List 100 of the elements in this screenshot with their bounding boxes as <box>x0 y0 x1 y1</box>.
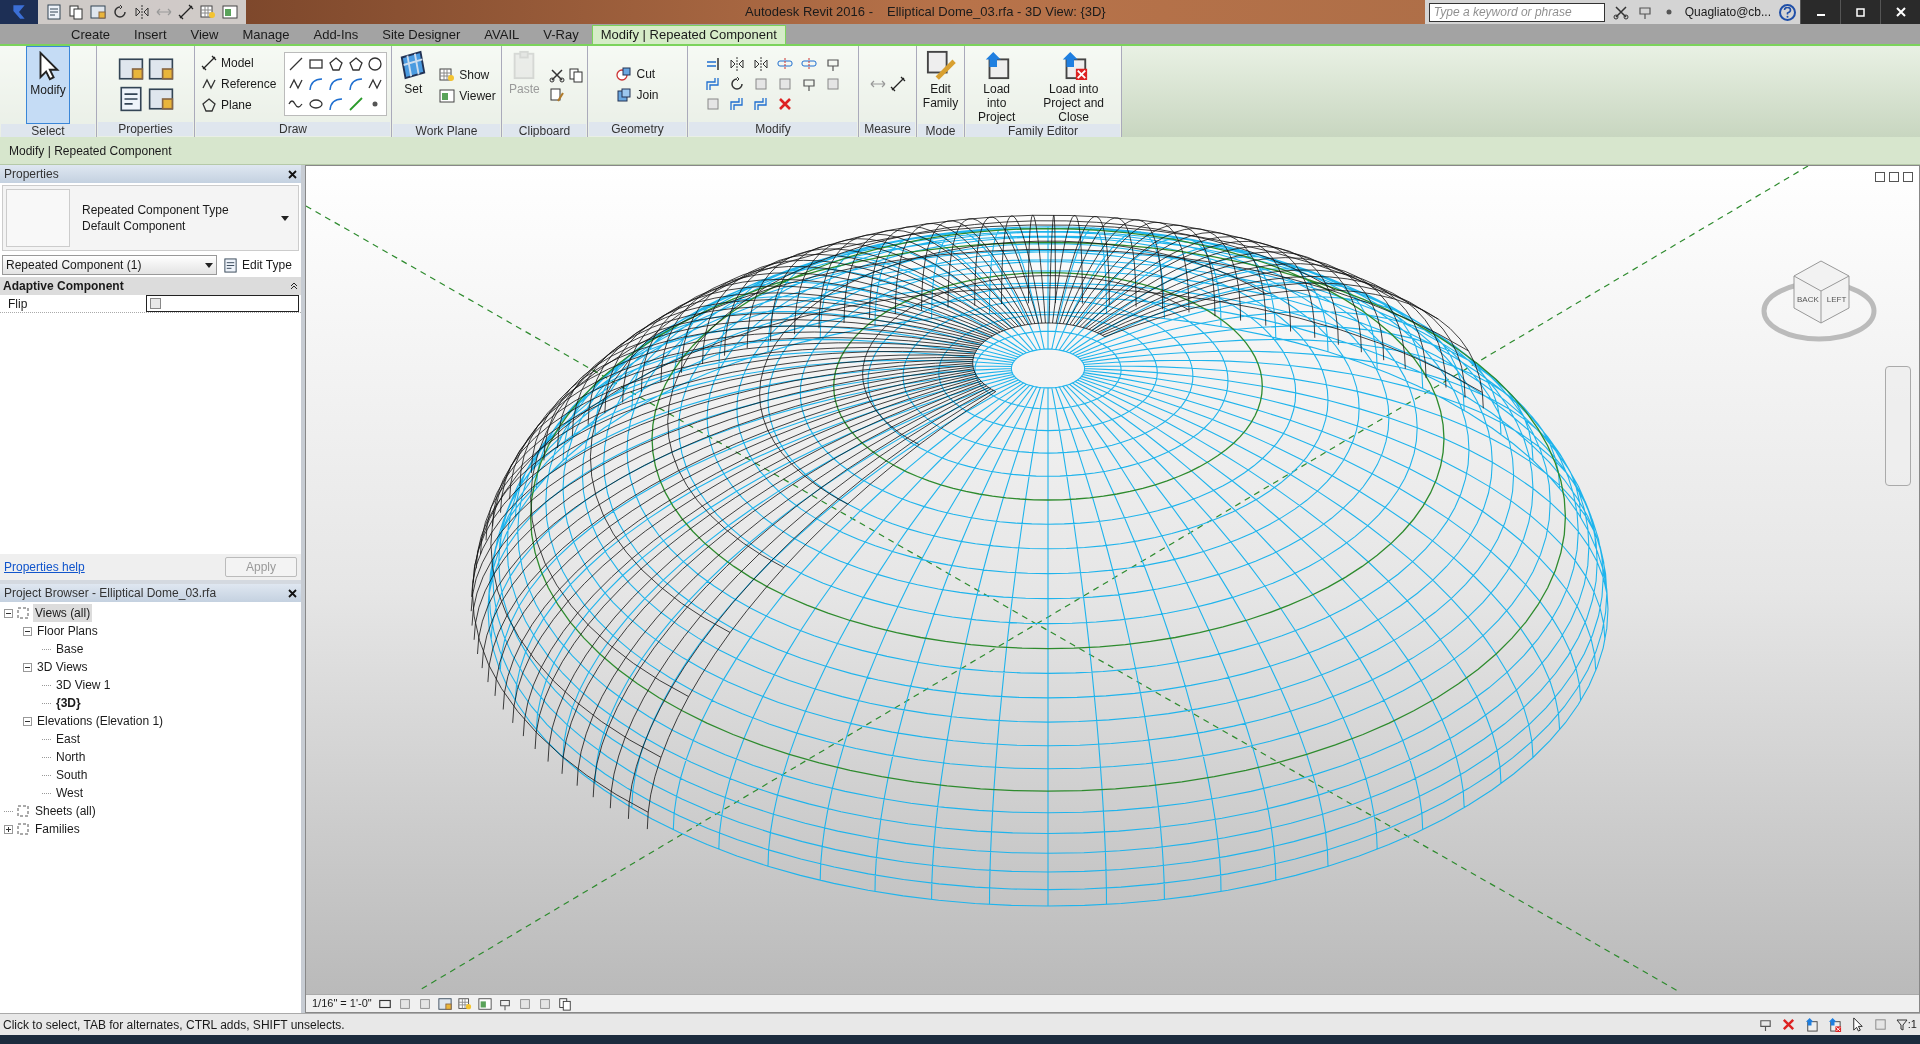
ribbon-button[interactable]: Show <box>437 65 498 84</box>
instance-selector[interactable]: Repeated Component (1) <box>2 255 217 275</box>
edit-type-button[interactable]: Edit Type <box>221 255 294 275</box>
paintbrush-icon[interactable] <box>548 87 565 103</box>
cabinet-icon[interactable] <box>147 56 174 82</box>
edit-pencil-icon[interactable] <box>925 50 956 80</box>
document-icon[interactable] <box>223 257 238 273</box>
measure-line-icon[interactable] <box>178 4 194 20</box>
ribbon-button[interactable]: Set <box>395 46 432 124</box>
ribbon-tab[interactable]: V-Ray <box>532 25 590 44</box>
align-icon[interactable] <box>705 56 721 72</box>
tree-item[interactable]: Elevations (Elevation 1) <box>35 712 166 730</box>
delete-icon[interactable] <box>777 96 793 112</box>
mirror-icon[interactable] <box>753 56 769 72</box>
ribbon-tab[interactable]: Modify | Repeated Component <box>591 25 786 44</box>
measure-line-icon[interactable] <box>889 76 906 92</box>
tree-item[interactable]: {3D} <box>54 694 83 712</box>
pick-lines-icon[interactable] <box>347 96 364 112</box>
filter-indicator[interactable]: :1 <box>1895 1016 1917 1033</box>
ribbon-tab[interactable]: Site Designer <box>371 25 472 44</box>
ribbon-tab[interactable]: Insert <box>123 25 178 44</box>
offset-icon[interactable] <box>705 76 721 92</box>
view-scale-menu[interactable]: 1/16" = 1'-0" <box>312 995 372 1012</box>
tree-item[interactable]: Families <box>33 820 82 838</box>
ribbon-tab[interactable]: AVAIL <box>473 25 531 44</box>
copy-icon[interactable] <box>567 67 584 83</box>
arc-tool-icon[interactable] <box>308 76 325 92</box>
grid-bulb-icon[interactable] <box>457 996 472 1011</box>
rotate-icon[interactable] <box>112 4 128 20</box>
tree-item[interactable]: East <box>54 730 82 748</box>
ribbon-button[interactable]: Reference <box>199 74 279 94</box>
grid-bulb-icon[interactable] <box>439 66 456 83</box>
tree-toggle-icon[interactable] <box>23 662 32 672</box>
line-tool-icon[interactable] <box>288 56 305 72</box>
circle-tool-icon[interactable] <box>367 56 384 72</box>
polygon-tool-icon[interactable] <box>327 56 344 72</box>
upload-close-icon[interactable] <box>1826 1017 1842 1032</box>
ribbon-button[interactable]: Cut <box>614 64 661 83</box>
ribbon-button[interactable]: Join <box>614 85 661 104</box>
ellipse-tool-icon[interactable] <box>308 96 325 112</box>
mirror-icon[interactable] <box>729 56 745 72</box>
pin-icon[interactable] <box>1757 1017 1773 1032</box>
pin-icon[interactable] <box>801 76 817 92</box>
ribbon-button[interactable]: Load into Project <box>969 46 1025 124</box>
measure-line-icon[interactable] <box>201 55 217 71</box>
app-logo-icon[interactable] <box>0 0 38 24</box>
pin-icon[interactable] <box>1636 4 1653 20</box>
tree-item[interactable]: South <box>54 766 90 784</box>
cabinet-icon[interactable] <box>147 86 174 112</box>
pin-icon[interactable] <box>825 56 841 72</box>
tree-item[interactable]: Floor Plans <box>35 622 100 640</box>
copy-icon[interactable] <box>68 4 84 20</box>
upload-arrow-icon[interactable] <box>1803 1017 1819 1032</box>
ribbon-button[interactable]: Model <box>199 53 279 73</box>
ribbon-tab[interactable]: View <box>179 25 230 44</box>
viewer-icon[interactable] <box>439 87 456 104</box>
arc-tool-icon[interactable] <box>347 76 364 92</box>
tree-item[interactable]: 3D Views <box>35 658 90 676</box>
help-icon[interactable] <box>1779 3 1796 21</box>
ribbon-button[interactable]: Plane <box>199 95 279 115</box>
collapse-icon[interactable] <box>290 282 298 290</box>
type-selector[interactable]: Repeated Component Type Default Component <box>2 185 299 251</box>
tree-item[interactable]: 3D View 1 <box>54 676 113 694</box>
ribbon-tab[interactable]: Add-Ins <box>302 25 370 44</box>
arc-tool-icon[interactable] <box>327 76 344 92</box>
copy-icon[interactable] <box>557 996 572 1011</box>
ribbon-tab[interactable]: Create <box>60 25 122 44</box>
ribbon-button[interactable]: Viewer <box>437 86 498 105</box>
tree-toggle-icon[interactable] <box>4 824 13 834</box>
join-geometry-icon[interactable] <box>616 86 633 103</box>
ribbon-button[interactable]: Load into Project and Close <box>1030 46 1117 124</box>
tree-item[interactable]: Views (all) <box>33 604 93 622</box>
tree-toggle-icon[interactable] <box>23 716 32 726</box>
arc-tool-icon[interactable] <box>327 96 344 112</box>
grid-bulb-icon[interactable] <box>200 4 216 20</box>
ribbon-button[interactable]: Edit Family <box>919 46 962 124</box>
polygon-tool-icon[interactable] <box>347 56 364 72</box>
split-icon[interactable] <box>801 56 817 72</box>
user-account-menu[interactable]: Quagliato@cb... <box>1684 3 1771 21</box>
tree-toggle-icon[interactable] <box>23 626 32 636</box>
tree-item[interactable]: North <box>54 748 88 766</box>
offset-icon[interactable] <box>753 96 769 112</box>
properties-help-link[interactable]: Properties help <box>4 558 85 576</box>
tree-item[interactable]: Base <box>54 640 86 658</box>
cabinet-icon[interactable] <box>117 56 144 82</box>
ribbon-tab[interactable]: Manage <box>231 25 301 44</box>
search-field[interactable]: Type a keyword or phrase <box>1428 2 1605 22</box>
property-group-header[interactable]: Adaptive Component <box>0 277 301 295</box>
document-icon[interactable] <box>117 86 144 112</box>
tree-item[interactable]: Sheets (all) <box>33 802 98 820</box>
viewer-icon[interactable] <box>477 996 492 1011</box>
cabinet-icon[interactable] <box>437 996 452 1011</box>
cut-geometry-icon[interactable] <box>616 65 633 82</box>
split-icon[interactable] <box>777 56 793 72</box>
mirror-icon[interactable] <box>134 4 150 20</box>
rotate-icon[interactable] <box>729 76 745 92</box>
tree-item[interactable]: West <box>54 784 86 802</box>
ribbon-button[interactable]: Modify <box>26 46 70 124</box>
scissors-icon[interactable] <box>1612 4 1629 20</box>
checkbox[interactable] <box>150 298 161 309</box>
